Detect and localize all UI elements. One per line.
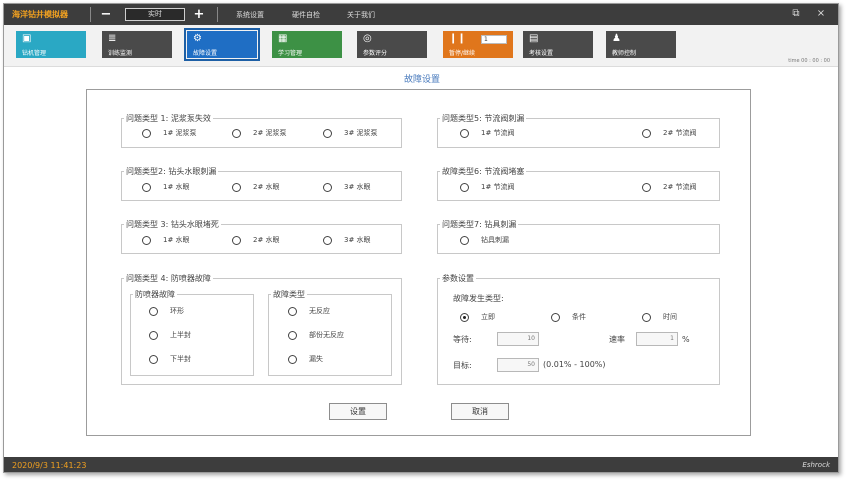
radio-bop-annular[interactable]: 环形: [149, 305, 184, 317]
radio-mud-pump-1[interactable]: 1# 泥浆泵: [142, 127, 197, 139]
radio-trigger-immediate[interactable]: 立即: [460, 311, 495, 323]
app-window: 海洋钻井模拟器 − 实时 + 系统设置 硬件自检 关于我们 ⧉ × ▣ 钻机管理…: [3, 3, 839, 473]
radio-nozzle-washout-2[interactable]: 2# 水眼: [232, 181, 280, 193]
group-title: 问题类型 3: 钻头水眼堵死: [126, 220, 219, 229]
tool-label: 考核设置: [529, 50, 554, 57]
trigger-type-label: 故障发生类型:: [453, 294, 504, 303]
tool-label: 训练监测: [108, 50, 133, 57]
set-button[interactable]: 设置: [329, 403, 387, 420]
rate-label: 速率: [609, 335, 625, 344]
cancel-button[interactable]: 取消: [451, 403, 509, 420]
tool-training-monitor[interactable]: ≣ 训练监测: [102, 31, 172, 58]
document-icon: ▤: [529, 33, 539, 44]
title-bar: 海洋钻井模拟器 − 实时 + 系统设置 硬件自检 关于我们 ⧉ ×: [4, 4, 838, 25]
tool-study-management[interactable]: ▦ 学习管理: [272, 31, 342, 58]
group-title: 故障类型6: 节流阀堵塞: [442, 167, 525, 176]
wait-input[interactable]: 10: [497, 332, 539, 346]
radio-bop-lower-ram[interactable]: 下半封: [149, 353, 191, 365]
subgroup-title: 防喷器故障: [135, 290, 175, 299]
grid-icon: ▦: [278, 33, 288, 44]
person-icon: ♟: [612, 33, 621, 44]
tool-exam-settings[interactable]: ▤ 考核设置: [523, 31, 593, 58]
radio-nozzle-plugged-1[interactable]: 1# 水眼: [142, 234, 190, 246]
speed-increase-button[interactable]: +: [192, 6, 206, 23]
radio-choke-plugged-2[interactable]: 2# 节流阀: [642, 181, 697, 193]
radio-nozzle-washout-1[interactable]: 1# 水眼: [142, 181, 190, 193]
tool-fault-settings[interactable]: ⚙ 故障设置: [184, 28, 260, 61]
radio-drill-string-washout[interactable]: 钻具刺漏: [460, 234, 509, 246]
page-title: 故障设置: [403, 75, 440, 85]
tool-label: 钻机管理: [22, 50, 47, 57]
tool-label: 教师控制: [612, 50, 637, 57]
menu-hardware-check[interactable]: 硬件自检: [292, 10, 320, 20]
gear-icon: ⚙: [193, 33, 202, 44]
target-label: 目标:: [453, 361, 472, 370]
group-title: 问题类型2: 钻头水眼刺漏: [126, 167, 217, 176]
subgroup-title: 故障类型: [273, 290, 305, 299]
elapsed-time: time 00 : 00 : 00: [788, 58, 830, 64]
close-icon[interactable]: ×: [814, 7, 828, 21]
radio-mud-pump-3[interactable]: 3# 泥浆泵: [323, 127, 378, 139]
radio-nozzle-washout-3[interactable]: 3# 水眼: [323, 181, 371, 193]
radio-mud-pump-2[interactable]: 2# 泥浆泵: [232, 127, 287, 139]
menu-about[interactable]: 关于我们: [347, 10, 375, 20]
wait-label: 等待:: [453, 335, 472, 344]
radio-bop-upper-ram[interactable]: 上半封: [149, 329, 191, 341]
fault-settings-panel: 问题类型 1: 泥浆泵失效 1# 泥浆泵 2# 泥浆泵 3# 泥浆泵 问题类型2…: [86, 89, 751, 436]
speed-decrease-button[interactable]: −: [99, 6, 113, 23]
tool-pause-resume[interactable]: ❙❙ 1 暂停/继续: [443, 31, 513, 58]
app-title: 海洋钻井模拟器: [12, 10, 68, 19]
target-range-hint: (0.01% - 100%): [543, 360, 606, 369]
radio-trigger-time[interactable]: 时间: [642, 311, 677, 323]
toolbar: ▣ 钻机管理 ≣ 训练监测 ⚙ 故障设置 ▦ 学习管理 ◎ 参数评分 ❙❙ 1 …: [4, 25, 838, 67]
group-title: 参数设置: [442, 274, 474, 283]
pause-value-input[interactable]: 1: [481, 35, 507, 44]
restore-icon[interactable]: ⧉: [789, 7, 803, 21]
group-title: 问题类型5: 节流阀刺漏: [442, 114, 525, 123]
radio-leakage[interactable]: 漏失: [288, 353, 323, 365]
pause-icon: ❙❙: [449, 33, 466, 44]
radio-no-response[interactable]: 无反应: [288, 305, 330, 317]
tool-label: 参数评分: [363, 50, 388, 57]
radio-nozzle-plugged-3[interactable]: 3# 水眼: [323, 234, 371, 246]
group-title: 问题类型 1: 泥浆泵失效: [126, 114, 211, 123]
tool-label: 学习管理: [278, 50, 303, 57]
status-bar: 2020/9/3 11:41:23 Eshrock: [4, 457, 838, 472]
divider: [217, 7, 218, 22]
status-datetime: 2020/9/3 11:41:23: [12, 461, 87, 470]
radio-nozzle-plugged-2[interactable]: 2# 水眼: [232, 234, 280, 246]
tool-label: 暂停/继续: [449, 50, 476, 57]
menu-system-settings[interactable]: 系统设置: [236, 10, 264, 20]
radio-trigger-condition[interactable]: 条件: [551, 311, 586, 323]
eye-icon: ◎: [363, 33, 372, 44]
tool-label: 故障设置: [193, 50, 218, 57]
group-title: 问题类型 4: 防喷器故障: [126, 274, 211, 283]
tool-teacher-control[interactable]: ♟ 教师控制: [606, 31, 676, 58]
target-input[interactable]: 50: [497, 358, 539, 372]
radio-choke-plugged-1[interactable]: 1# 节流阀: [460, 181, 515, 193]
group-title: 问题类型7: 钻具刺漏: [442, 220, 517, 229]
radio-choke-washout-2[interactable]: 2# 节流阀: [642, 127, 697, 139]
tool-parameter-score[interactable]: ◎ 参数评分: [357, 31, 427, 58]
divider: [90, 7, 91, 22]
rate-unit: %: [682, 335, 690, 344]
speed-value-box[interactable]: 实时: [125, 8, 185, 21]
tool-rig-management[interactable]: ▣ 钻机管理: [16, 31, 86, 58]
brand-logo: Eshrock: [802, 461, 830, 469]
radio-choke-washout-1[interactable]: 1# 节流阀: [460, 127, 515, 139]
monitor-icon: ▣: [22, 33, 32, 44]
list-icon: ≣: [108, 33, 117, 44]
rate-input[interactable]: 1: [636, 332, 678, 346]
radio-partial-response[interactable]: 部份无反应: [288, 329, 344, 341]
